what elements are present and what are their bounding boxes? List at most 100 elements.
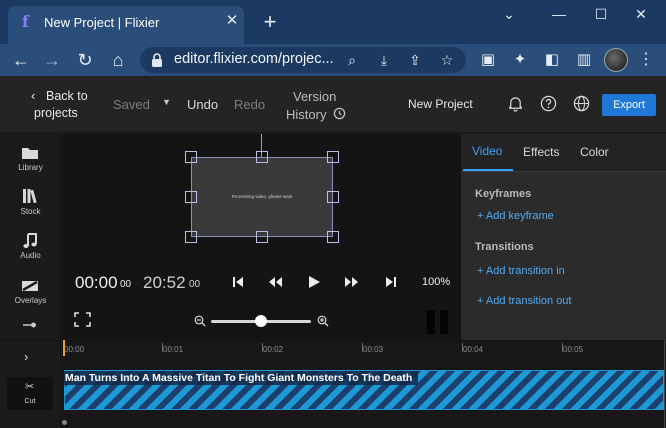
tab-title: New Project | Flixier xyxy=(44,15,160,30)
browser-back-icon[interactable]: ← xyxy=(9,48,33,72)
keyframes-heading: Keyframes xyxy=(475,188,532,200)
ruler-label: 00:04 xyxy=(463,345,484,354)
project-name[interactable]: New Project xyxy=(408,97,473,111)
overlays-icon xyxy=(22,280,38,292)
timeline-edge xyxy=(664,340,665,428)
profile-avatar[interactable] xyxy=(604,48,628,72)
resize-handle-right[interactable] xyxy=(327,191,339,203)
tab-color[interactable]: Color xyxy=(580,145,609,159)
plus-icon: + xyxy=(477,210,486,222)
current-time: 00:00 xyxy=(75,273,118,292)
resize-handle-bottom-left[interactable] xyxy=(185,231,197,243)
notifications-bell-icon[interactable] xyxy=(507,95,524,112)
reload-icon[interactable]: ↻ xyxy=(73,48,97,72)
zoom-slider-handle[interactable] xyxy=(255,315,267,327)
play-icon[interactable] xyxy=(305,274,323,290)
version-history-label-line1[interactable]: Version xyxy=(293,89,336,104)
history-icon[interactable] xyxy=(333,107,346,120)
tab-video[interactable]: Video xyxy=(472,144,502,158)
side-panel-icon[interactable]: ▥ xyxy=(574,50,594,70)
total-frames: 00 xyxy=(189,279,201,290)
resize-handle-top-left[interactable] xyxy=(185,151,197,163)
new-tab-icon[interactable]: + xyxy=(260,10,280,34)
clip-title: Man Turns Into A Massive Titan To Fight … xyxy=(65,372,413,384)
extensions-puzzle-icon[interactable]: ✦ xyxy=(510,50,530,70)
extension-screenshot-icon[interactable]: ▣ xyxy=(478,50,498,70)
window-minimize-icon[interactable]: — xyxy=(549,6,569,22)
caret-down-icon[interactable]: ▼ xyxy=(162,97,171,107)
more-tools-toggle-icon[interactable] xyxy=(22,320,38,330)
stock-books-icon xyxy=(23,189,37,204)
plus-icon: + xyxy=(477,295,486,307)
ruler-label: 00:00 xyxy=(64,345,85,354)
sidebar-item-label: Stock xyxy=(20,207,41,216)
saved-status: Saved xyxy=(113,97,150,112)
back-label-line1: Back to xyxy=(46,89,88,103)
ruler-label: 00:01 xyxy=(163,345,184,354)
transitions-heading: Transitions xyxy=(475,241,534,253)
fast-forward-icon[interactable] xyxy=(343,274,361,290)
resize-handle-bottom[interactable] xyxy=(256,231,268,243)
tab-search-chevron-icon[interactable]: ⌄ xyxy=(499,6,519,22)
back-label-line2: projects xyxy=(34,106,78,120)
pause-icon[interactable] xyxy=(426,310,450,334)
browser-forward-icon[interactable]: → xyxy=(40,48,64,72)
undo-button[interactable]: Undo xyxy=(187,97,218,112)
rewind-icon[interactable] xyxy=(266,274,284,290)
browser-menu-icon[interactable]: ⋮ xyxy=(638,48,654,72)
processing-message: Processing video, please wait! xyxy=(231,194,293,199)
url-text[interactable]: editor.flixier.com/projec... xyxy=(174,51,334,67)
folder-icon xyxy=(22,148,38,159)
chevron-left-icon: ‹ xyxy=(31,88,36,103)
search-icon[interactable]: ⌕ xyxy=(342,50,362,70)
skip-to-end-icon[interactable] xyxy=(382,274,400,290)
zoom-percent[interactable]: 100% xyxy=(422,276,450,288)
add-transition-out-button[interactable]: + Add transition out xyxy=(477,295,572,307)
fullscreen-icon[interactable] xyxy=(74,312,91,327)
ruler-label: 00:02 xyxy=(263,345,284,354)
music-note-icon xyxy=(23,233,37,248)
add-keyframe-label: Add keyframe xyxy=(485,210,554,222)
export-button[interactable]: Export xyxy=(602,94,656,116)
window-maximize-icon[interactable]: ☐ xyxy=(591,6,611,22)
share-icon[interactable]: ⇪ xyxy=(405,50,425,70)
zoom-out-icon[interactable] xyxy=(194,315,206,327)
flixier-favicon-icon: f xyxy=(22,12,29,31)
ruler-label: 00:03 xyxy=(363,345,384,354)
resize-handle-bottom-right[interactable] xyxy=(327,231,339,243)
total-time: 20:52 xyxy=(143,273,186,292)
sidebar-item-label: Audio xyxy=(20,251,41,260)
version-history-label-line2[interactable]: History xyxy=(286,107,326,122)
current-frames: 00 xyxy=(120,279,132,290)
cut-label: Cut xyxy=(24,398,36,405)
language-globe-icon[interactable] xyxy=(573,95,590,112)
window-close-icon[interactable]: ✕ xyxy=(631,6,651,22)
sidebar-item-label: Overlays xyxy=(14,296,47,305)
skip-to-start-icon[interactable] xyxy=(229,274,247,290)
install-app-icon[interactable]: ⤓ xyxy=(374,50,394,70)
resize-handle-top[interactable] xyxy=(256,151,268,163)
zoom-in-icon[interactable] xyxy=(317,315,329,327)
plus-icon: + xyxy=(477,265,486,277)
playhead[interactable] xyxy=(63,340,65,356)
add-keyframe-button[interactable]: + Add keyframe xyxy=(477,210,554,222)
resize-handle-top-right[interactable] xyxy=(327,151,339,163)
timeline-scrollbar[interactable] xyxy=(62,420,67,425)
sidebar-item-label: Library xyxy=(18,163,43,172)
home-icon[interactable]: ⌂ xyxy=(106,48,130,72)
ruler-label: 00:05 xyxy=(563,345,584,354)
add-transition-in-label: Add transition in xyxy=(485,265,565,277)
resize-handle-left[interactable] xyxy=(185,191,197,203)
extension-square-icon[interactable]: ◧ xyxy=(542,50,562,70)
tab-effects[interactable]: Effects xyxy=(523,145,559,159)
scissors-icon: ✂ xyxy=(25,381,35,393)
lock-icon xyxy=(152,53,162,67)
bookmark-star-icon[interactable]: ☆ xyxy=(437,50,457,70)
add-transition-in-button[interactable]: + Add transition in xyxy=(477,265,565,277)
help-icon[interactable] xyxy=(540,95,557,112)
active-tab-indicator xyxy=(463,169,513,171)
redo-button[interactable]: Redo xyxy=(234,97,265,112)
tab-close-icon[interactable]: ✕ xyxy=(224,12,240,30)
chevron-right-icon[interactable]: › xyxy=(24,349,28,364)
editor-header xyxy=(0,76,666,133)
